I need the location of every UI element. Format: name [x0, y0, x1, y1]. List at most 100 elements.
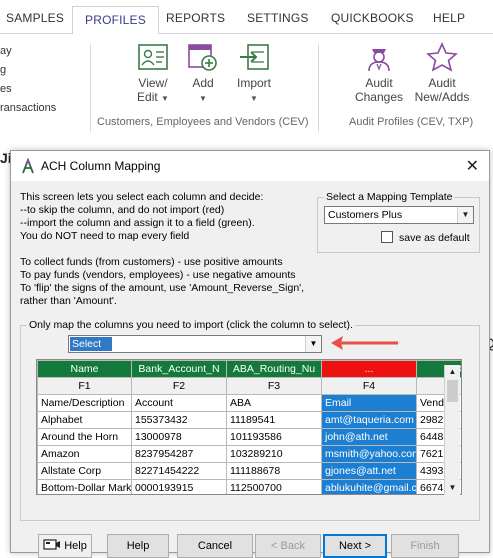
instruction-line — [20, 243, 320, 256]
table-cell[interactable]: ablukuhite@gmail.co — [321, 479, 417, 494]
ribbon-left-item[interactable]: g — [0, 61, 56, 80]
import-icon — [240, 44, 269, 70]
finish-button[interactable]: Finish — [391, 534, 459, 558]
column-header[interactable]: ABA_Routing_Nu — [226, 360, 322, 378]
import-button[interactable]: Import ▼ — [232, 42, 276, 106]
import-label: Import — [236, 76, 271, 90]
table-row: Amazon 8237954287 103289210 msmith@yahoo… — [37, 445, 461, 463]
group-label-cev: Customers, Employees and Vendors (CEV) — [97, 116, 309, 128]
mapping-template-label: Select a Mapping Template — [324, 191, 455, 203]
edit-label: Edit ▼ — [137, 90, 169, 104]
close-icon[interactable]: ✕ — [466, 156, 479, 176]
help-video-icon — [43, 539, 61, 550]
ribbon-panel: ay g es ransactions View/ Edit ▼ Add ▼ I… — [0, 34, 493, 138]
field-number[interactable]: F1 — [37, 377, 132, 395]
audit-changes-line1: Audit — [365, 76, 393, 90]
chevron-down-icon: ▼ — [250, 94, 258, 103]
table-cell[interactable]: 0000193915 — [131, 479, 227, 494]
field-number[interactable]: F4 — [321, 377, 417, 395]
group-label-audit: Audit Profiles (CEV, TXP) — [349, 116, 474, 128]
table-cell[interactable]: Allstate Corp — [37, 462, 132, 480]
add-button[interactable]: Add ▼ — [185, 42, 221, 106]
scroll-thumb[interactable] — [447, 380, 458, 402]
instruction-line: To collect funds (from customers) - use … — [20, 256, 283, 268]
tab-settings[interactable]: SETTINGS — [247, 11, 309, 25]
cancel-button[interactable]: Cancel — [177, 534, 253, 558]
table-cell[interactable]: Name/Description — [37, 394, 132, 412]
field-assign-value: Select ... — [70, 337, 112, 364]
table-cell[interactable]: ABA — [226, 394, 322, 412]
tab-help[interactable]: HELP — [433, 11, 465, 25]
view-edit-button[interactable]: View/ Edit ▼ — [130, 42, 176, 106]
mapping-template-select[interactable]: Customers Plus ▼ — [324, 206, 474, 224]
field-number[interactable]: F3 — [226, 377, 322, 395]
table-cell[interactable]: Alphabet — [37, 411, 132, 429]
app-icon — [22, 158, 34, 174]
table-cell[interactable]: msmith@yahoo.com — [321, 445, 417, 463]
chevron-down-icon[interactable]: ▼ — [305, 336, 321, 352]
grid-header-row: Name Bank_Account_N ABA_Routing_Nu ... I… — [37, 360, 461, 378]
help-icon-button[interactable]: Help — [38, 534, 92, 558]
table-cell[interactable]: 8237954287 — [131, 445, 227, 463]
table-cell[interactable]: 11189541 — [226, 411, 322, 429]
table-cell[interactable]: john@ath.net — [321, 428, 417, 446]
table-cell[interactable]: 103289210 — [226, 445, 322, 463]
help-button[interactable]: Help — [107, 534, 169, 558]
chevron-down-icon[interactable]: ▼ — [457, 207, 473, 223]
scroll-down-icon[interactable]: ▼ — [445, 481, 460, 495]
audit-changes-button[interactable]: Audit Changes — [354, 42, 404, 104]
table-cell[interactable]: Amazon — [37, 445, 132, 463]
ribbon-left-item[interactable]: es — [0, 80, 56, 99]
auditor-icon — [368, 49, 390, 72]
field-assign-select[interactable]: Select ... ▼ — [68, 335, 322, 364]
tab-samples[interactable]: SAMPLES — [6, 11, 64, 25]
table-cell[interactable]: Account — [131, 394, 227, 412]
chevron-down-icon: ▼ — [199, 94, 207, 103]
tab-profiles[interactable]: PROFILES — [72, 6, 159, 35]
table-row: Name/Description Account ABA Email Vend — [37, 394, 461, 412]
table-cell[interactable]: amt@taqueria.com — [321, 411, 417, 429]
table-cell[interactable]: 155373432 — [131, 411, 227, 429]
audit-new-adds-line1: Audit — [428, 76, 456, 90]
table-cell[interactable]: 111188678 — [226, 462, 322, 480]
red-arrow-annotation — [331, 336, 398, 350]
instruction-line: rather than 'Amount'. — [20, 295, 117, 307]
save-as-default-checkbox[interactable]: save as default — [381, 231, 470, 244]
mapping-template-value: Customers Plus — [328, 209, 403, 221]
instruction-line: You do NOT need to map every field — [20, 230, 190, 242]
audit-new-adds-button[interactable]: Audit New/Adds — [412, 42, 472, 104]
table-cell[interactable]: 101193586 — [226, 428, 322, 446]
table-cell[interactable]: 13000978 — [131, 428, 227, 446]
add-profile-icon — [188, 44, 217, 71]
table-cell[interactable]: Email — [321, 394, 417, 412]
table-row: Allstate Corp 82271454222 111188678 gjon… — [37, 462, 461, 480]
scroll-up-icon[interactable]: ▲ — [445, 365, 460, 379]
dialog-title: ACH Column Mapping — [41, 159, 161, 173]
table-cell[interactable]: 82271454222 — [131, 462, 227, 480]
grid-vertical-scrollbar[interactable]: ▲ ▼ — [444, 365, 460, 495]
map-columns-label: Only map the columns you need to import … — [27, 319, 355, 331]
ribbon-left-items: ay g es ransactions — [0, 42, 56, 118]
instruction-line: This screen lets you select each column … — [20, 191, 264, 203]
back-button[interactable]: < Back — [255, 534, 321, 558]
help-icon-label: Help — [64, 540, 87, 552]
table-cell[interactable]: Bottom-Dollar Mark — [37, 479, 132, 494]
field-number[interactable]: F2 — [131, 377, 227, 395]
star-icon — [426, 42, 458, 72]
column-header[interactable]: ... — [321, 360, 417, 378]
column-header[interactable]: Name — [37, 360, 132, 378]
table-cell[interactable]: 112500700 — [226, 479, 322, 494]
table-cell[interactable]: gjones@att.net — [321, 462, 417, 480]
column-mapping-grid[interactable]: Name Bank_Account_N ABA_Routing_Nu ... I… — [36, 359, 462, 495]
table-cell[interactable]: Around the Horn — [37, 428, 132, 446]
instruction-line: To 'flip' the signs of the amount, use '… — [20, 282, 305, 294]
column-header[interactable]: Bank_Account_N — [131, 360, 227, 378]
instruction-line: To pay funds (vendors, employees) - use … — [20, 269, 296, 281]
checkbox-box[interactable] — [381, 231, 393, 243]
tab-quickbooks[interactable]: QUICKBOOKS — [331, 11, 414, 25]
table-row: Around the Horn 13000978 101193586 john@… — [37, 428, 461, 446]
ribbon-left-item[interactable]: ay — [0, 42, 56, 61]
tab-reports[interactable]: REPORTS — [166, 11, 225, 25]
ribbon-left-item[interactable]: ransactions — [0, 99, 56, 118]
next-button[interactable]: Next > — [323, 534, 387, 558]
